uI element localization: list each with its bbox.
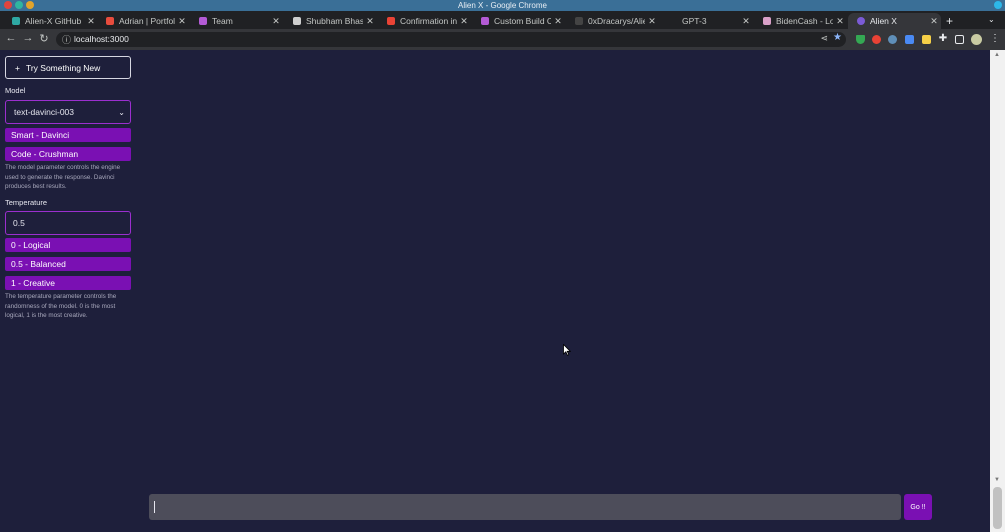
- puzzle-extensions-icon[interactable]: ✚: [936, 33, 950, 44]
- browser-tab[interactable]: Alien-X GitHub R ✕: [3, 13, 98, 29]
- tab-label: Team: [212, 16, 233, 26]
- scroll-down-icon[interactable]: ▼: [994, 477, 1000, 483]
- side-panel-icon[interactable]: [955, 35, 964, 44]
- tab-label: 0xDracarys/Alien: [588, 16, 645, 26]
- share-icon[interactable]: ⋖: [820, 33, 828, 44]
- tab-favicon-icon: [763, 17, 771, 25]
- app-page: + Try Something New Model text-davinci-0…: [0, 50, 990, 532]
- profile-avatar-icon[interactable]: [971, 34, 982, 45]
- tab-strip: Alien-X GitHub R ✕ Adrian | Portfolio ✕ …: [0, 11, 1005, 29]
- scrollbar-thumb[interactable]: [993, 487, 1002, 529]
- github-favicon-icon: [575, 17, 583, 25]
- browser-tab[interactable]: BidenCash - Log ✕: [754, 13, 847, 29]
- model-option-crushman-button[interactable]: Code - Crushman: [5, 147, 131, 161]
- openai-favicon-icon: [669, 17, 677, 25]
- reload-icon[interactable]: ↻: [37, 32, 51, 45]
- address-bar[interactable]: ⓘ localhost:3000 ⋖ ★: [56, 32, 846, 47]
- browser-tab[interactable]: Adrian | Portfolio ✕: [97, 13, 189, 29]
- browser-tab[interactable]: Team ✕: [190, 13, 283, 29]
- bookmark-star-icon[interactable]: ★: [833, 32, 842, 43]
- model-label: Model: [5, 86, 26, 95]
- model-option-davinci-button[interactable]: Smart - Davinci: [5, 128, 131, 142]
- page-scrollbar[interactable]: ▲ ▼: [990, 50, 1005, 532]
- browser-toolbar: ← → ↻ ⓘ localhost:3000 ⋖ ★ ✚ ⋮: [0, 29, 1005, 50]
- close-tab-icon[interactable]: ✕: [648, 16, 656, 27]
- site-info-icon[interactable]: ⓘ: [62, 33, 71, 46]
- tab-favicon-icon: [293, 17, 301, 25]
- go-button[interactable]: Go !!: [904, 494, 932, 520]
- system-indicator-icon: [994, 1, 1002, 9]
- tab-label: GPT-3: [682, 16, 707, 26]
- tab-favicon-icon: [481, 17, 489, 25]
- close-tab-icon[interactable]: ✕: [930, 16, 938, 27]
- browser-tab-active[interactable]: Alien X ✕: [848, 13, 941, 29]
- temperature-logical-button[interactable]: 0 - Logical: [5, 238, 131, 252]
- tab-favicon-icon: [857, 17, 865, 25]
- translate-extension-icon[interactable]: [905, 35, 914, 44]
- tab-label: BidenCash - Log: [776, 16, 833, 26]
- close-tab-icon[interactable]: ✕: [272, 16, 280, 27]
- browser-tab[interactable]: Custom Build Ch ✕: [472, 13, 565, 29]
- browser-tab[interactable]: 0xDracarys/Alien ✕: [566, 13, 659, 29]
- plus-icon: +: [15, 62, 20, 73]
- tab-search-icon[interactable]: ⌄: [988, 15, 995, 24]
- extension-icon[interactable]: [872, 35, 881, 44]
- model-help-text: The model parameter controls the engine …: [5, 164, 121, 191]
- window-title: Alien X - Google Chrome: [458, 1, 547, 10]
- tab-label: Custom Build Ch: [494, 16, 551, 26]
- tab-label: Alien-X GitHub R: [25, 16, 84, 26]
- more-menu-icon[interactable]: ⋮: [988, 33, 1002, 44]
- tab-favicon-icon: [199, 17, 207, 25]
- tab-label: Alien X: [870, 16, 897, 26]
- extension-icon[interactable]: [922, 35, 931, 44]
- tab-label: Shubham Bhaska: [306, 16, 363, 26]
- temperature-help-text: The temperature parameter controls the r…: [5, 293, 117, 320]
- browser-tab[interactable]: Confirmation inst ✕: [378, 13, 471, 29]
- new-tab-icon[interactable]: +: [946, 14, 953, 28]
- text-caret: [154, 501, 155, 513]
- window-titlebar: Alien X - Google Chrome: [0, 0, 1005, 11]
- shield-extension-icon[interactable]: [856, 35, 865, 44]
- close-tab-icon[interactable]: ✕: [460, 16, 468, 27]
- address-url: localhost:3000: [74, 34, 129, 44]
- prompt-input[interactable]: [149, 494, 901, 520]
- chevron-down-icon: ⌄: [118, 108, 125, 117]
- extension-icon[interactable]: [888, 35, 897, 44]
- close-tab-icon[interactable]: ✕: [366, 16, 374, 27]
- gmail-favicon-icon: [387, 17, 395, 25]
- model-select-value: text-davinci-003: [14, 107, 75, 117]
- temperature-creative-button[interactable]: 1 - Creative: [5, 276, 131, 290]
- scroll-up-icon[interactable]: ▲: [994, 52, 1000, 58]
- temperature-label: Temperature: [5, 198, 48, 207]
- close-tab-icon[interactable]: ✕: [742, 16, 750, 27]
- close-tab-icon[interactable]: ✕: [178, 16, 186, 27]
- forward-icon[interactable]: →: [21, 32, 35, 44]
- tab-label: Adrian | Portfolio: [119, 16, 175, 26]
- close-tab-icon[interactable]: ✕: [87, 16, 95, 27]
- temperature-balanced-button[interactable]: 0.5 - Balanced: [5, 257, 131, 271]
- mouse-cursor-icon: [563, 344, 571, 356]
- temperature-input[interactable]: 0.5: [5, 211, 131, 235]
- back-icon[interactable]: ←: [4, 32, 18, 44]
- tab-favicon-icon: [12, 17, 20, 25]
- browser-tab[interactable]: GPT-3 ✕: [660, 13, 753, 29]
- try-something-new-button[interactable]: + Try Something New: [5, 56, 131, 79]
- tab-label: Confirmation inst: [400, 16, 457, 26]
- close-tab-icon[interactable]: ✕: [554, 16, 562, 27]
- model-select[interactable]: text-davinci-003 ⌄: [5, 100, 131, 124]
- tab-favicon-icon: [106, 17, 114, 25]
- try-something-new-label: Try Something New: [25, 62, 101, 73]
- close-tab-icon[interactable]: ✕: [836, 16, 844, 27]
- browser-tab[interactable]: Shubham Bhaska ✕: [284, 13, 377, 29]
